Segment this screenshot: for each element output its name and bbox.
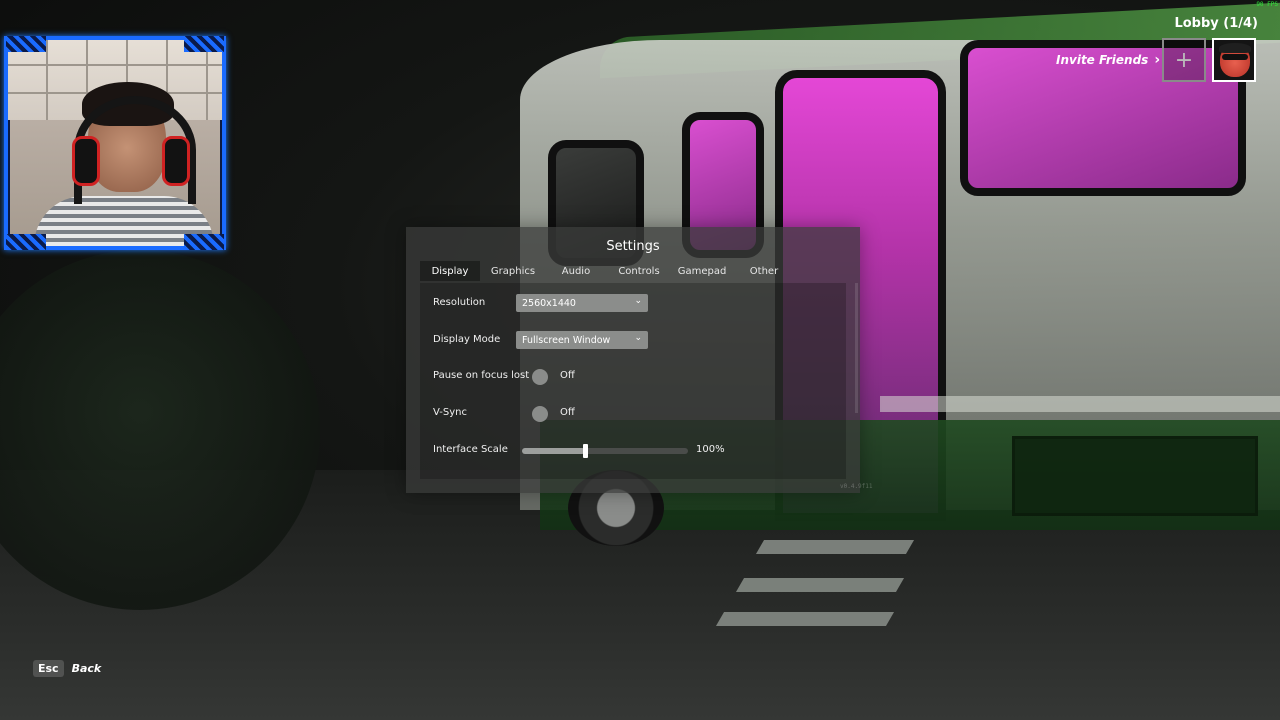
interface-scale-label: Interface Scale — [433, 444, 508, 455]
rv-step — [755, 540, 915, 554]
webcam-frame-ornament — [184, 234, 224, 250]
vsync-label: V-Sync — [433, 407, 467, 418]
chevron-down-icon: ⌄ — [634, 333, 642, 343]
webcam-overlay — [4, 36, 226, 250]
rv-step — [735, 578, 905, 592]
headset-earcup-left — [72, 136, 100, 186]
chevron-down-icon: ⌄ — [634, 296, 642, 306]
esc-key: Esc — [33, 660, 64, 677]
player-avatar-slot[interactable] — [1212, 38, 1256, 82]
tab-graphics[interactable]: Graphics — [480, 261, 546, 281]
add-player-slot[interactable]: + — [1162, 38, 1206, 82]
settings-title: Settings — [606, 239, 660, 254]
display-mode-dropdown[interactable]: Fullscreen Window ⌄ — [516, 331, 648, 349]
interface-scale-slider[interactable] — [522, 444, 688, 458]
rv-vent — [1012, 436, 1258, 516]
avatar-hair — [1219, 43, 1251, 53]
display-mode-label: Display Mode — [433, 334, 501, 345]
settings-scrollbar[interactable] — [855, 283, 858, 413]
pause-on-focus-state: Off — [560, 370, 575, 381]
pause-on-focus-toggle[interactable] — [532, 369, 548, 385]
webcam-frame-ornament — [184, 36, 224, 52]
tab-display[interactable]: Display — [420, 261, 480, 281]
settings-panel: Settings Display Graphics Audio Controls… — [406, 227, 873, 493]
fps-counter: 90 FPS — [1256, 1, 1278, 8]
version-text: v0.4.9f11 — [840, 483, 873, 490]
vsync-state: Off — [560, 407, 575, 418]
tab-other[interactable]: Other — [732, 261, 796, 281]
headset-earcup-right — [162, 136, 190, 186]
tab-gamepad[interactable]: Gamepad — [672, 261, 732, 281]
tab-controls[interactable]: Controls — [606, 261, 672, 281]
display-mode-value: Fullscreen Window — [522, 334, 611, 346]
rv-step — [715, 612, 895, 626]
back-hint[interactable]: Esc Back — [33, 660, 101, 677]
rv-stripe — [880, 396, 1280, 412]
resolution-dropdown[interactable]: 2560x1440 ⌄ — [516, 294, 648, 312]
webcam-frame-ornament — [6, 36, 46, 52]
resolution-label: Resolution — [433, 297, 486, 308]
game-screen: 90 FPS Lobby (1/4) Invite Friends › + Se… — [0, 0, 1280, 720]
invite-friends-button[interactable]: Invite Friends › — [1056, 52, 1160, 68]
settings-content: Resolution 2560x1440 ⌄ Display Mode Full… — [420, 283, 846, 479]
vsync-toggle[interactable] — [532, 406, 548, 422]
avatar-sunglasses — [1222, 54, 1248, 60]
lobby-count: Lobby (1/4) — [1174, 16, 1258, 31]
back-label: Back — [71, 662, 102, 675]
tab-audio[interactable]: Audio — [546, 261, 606, 281]
slider-handle[interactable] — [583, 444, 589, 458]
invite-friends-label: Invite Friends — [1056, 53, 1149, 67]
settings-tabs: Display Graphics Audio Controls Gamepad … — [420, 261, 796, 281]
resolution-value: 2560x1440 — [522, 297, 576, 309]
chevron-right-icon: › — [1154, 52, 1161, 68]
webcam-frame-ornament — [6, 234, 46, 250]
plus-icon: + — [1174, 47, 1194, 73]
slider-fill — [522, 448, 586, 454]
interface-scale-value: 100% — [696, 444, 725, 455]
pause-on-focus-label: Pause on focus lost — [433, 370, 530, 381]
